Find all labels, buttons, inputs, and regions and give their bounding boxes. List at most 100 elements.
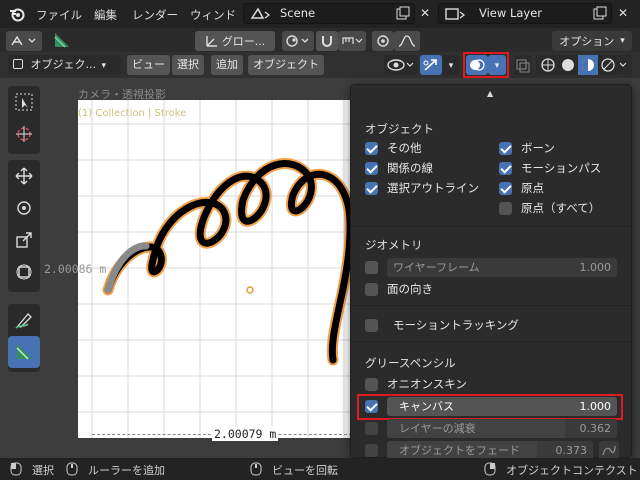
fade-objects-checkbox[interactable] <box>365 444 378 457</box>
xray-toggle[interactable] <box>514 55 532 75</box>
origins-label: 原点 <box>521 181 544 195</box>
object-mode-icon <box>13 59 23 69</box>
menu-file[interactable]: ファイル <box>36 7 82 23</box>
outline-selected-checkbox[interactable] <box>365 182 378 195</box>
proportional-edit-toggle[interactable] <box>372 31 394 51</box>
copy-scene-icon[interactable] <box>396 6 410 26</box>
layer-fade-value: 0.362 <box>579 422 612 435</box>
onion-skin-checkbox[interactable] <box>365 378 378 391</box>
select-menu[interactable]: 選択 <box>172 55 204 75</box>
scene-name: Scene <box>280 6 316 20</box>
rotate-tool[interactable] <box>8 192 40 224</box>
tool-settings-bar: グロー... オプション ▾ <box>0 28 640 52</box>
menu-window[interactable]: ウィンド <box>190 7 236 23</box>
snap-toggle[interactable] <box>316 31 338 51</box>
wireframe-slider[interactable]: ワイヤーフレーム 1.000 <box>387 258 617 277</box>
wireframe-checkbox[interactable] <box>365 261 378 274</box>
chevron-down-icon: ▾ <box>101 61 107 71</box>
grease-pencil-stroke[interactable] <box>78 100 356 438</box>
editor-type-button[interactable] <box>6 31 42 51</box>
origins-all-checkbox[interactable] <box>499 202 512 215</box>
menu-render[interactable]: レンダー <box>132 7 178 23</box>
top-menu-bar: ファイル 編集 レンダー ウィンド Scene ✕ View Layer ✕ <box>0 0 640 28</box>
viewport-header: オブジェク... ▾ ビュー 選択 追加 オブジェクト ▾ ▾ <box>0 52 640 78</box>
annotate-tool[interactable] <box>8 304 40 336</box>
motion-paths-label: モーションパス <box>521 161 602 175</box>
magnet-icon <box>322 36 332 47</box>
pivot-point-icon <box>286 35 309 47</box>
add-menu[interactable]: 追加 <box>211 55 243 75</box>
3d-cursor-icon <box>16 126 32 142</box>
origins-all-label: 原点（すべて） <box>521 201 601 215</box>
options-dropdown[interactable]: オプション ▾ <box>552 31 632 51</box>
scale-icon <box>16 232 32 248</box>
gizmo-dropdown[interactable]: ▾ <box>442 55 460 75</box>
mode-dropdown[interactable]: オブジェク... ▾ <box>8 55 121 75</box>
bones-label: ボーン <box>521 141 555 155</box>
outline-selected-label: 選択アウトライン <box>387 181 479 195</box>
bones-checkbox[interactable] <box>499 142 512 155</box>
close-scene-icon[interactable]: ✕ <box>420 6 430 20</box>
snap-increment-icon <box>342 37 363 44</box>
divider <box>351 305 631 306</box>
measure-tool[interactable] <box>8 336 40 368</box>
view-menu[interactable]: ビュー <box>127 55 170 75</box>
select-tools <box>8 86 40 154</box>
select-box-tool[interactable] <box>8 86 40 118</box>
object-visibility-button[interactable] <box>384 55 418 75</box>
view-layer-selector[interactable]: View Layer <box>438 3 612 24</box>
motion-tracking-checkbox[interactable] <box>365 319 378 332</box>
object-menu[interactable]: オブジェクト <box>248 55 324 75</box>
motion-paths-checkbox[interactable] <box>499 162 512 175</box>
relationship-lines-checkbox[interactable] <box>365 162 378 175</box>
cursor-tool[interactable] <box>8 118 40 150</box>
transform-orientation-dropdown[interactable]: グロー... <box>195 31 275 51</box>
transform-orientation-label: グロー... <box>221 35 266 48</box>
proportional-edit-icon <box>377 35 389 47</box>
gizmo-icon <box>423 59 437 71</box>
origins-checkbox[interactable] <box>499 182 512 195</box>
editor-type-icon <box>11 35 36 46</box>
face-orientation-checkbox[interactable] <box>365 283 378 296</box>
transform-tools <box>8 160 40 292</box>
view-layer-name: View Layer <box>479 6 543 20</box>
shading-mode-icons <box>541 55 627 75</box>
motion-tracking-label: モーショントラッキング <box>393 318 519 332</box>
overlays-highlight-box <box>463 52 509 78</box>
scene-selector[interactable]: Scene <box>243 3 415 24</box>
ruler-horizontal-label: 2.00079 m <box>212 427 279 441</box>
extras-label: その他 <box>387 141 422 155</box>
fade-layers-checkbox[interactable] <box>365 422 378 435</box>
blender-logo-icon[interactable] <box>8 5 26 26</box>
status-bar: 選択 ルーラーを追加 ビューを回転 オブジェクトコンテクスト <box>0 458 640 480</box>
geometry-section-title: ジオメトリ <box>365 238 423 252</box>
ruler-vertical-label: 2.00086 m <box>44 262 107 276</box>
measure-ruler-icon <box>16 344 32 360</box>
status-rotate-view: ビューを回転 <box>272 464 338 477</box>
chevron-down-icon: ▾ <box>448 61 454 71</box>
copy-view-layer-icon[interactable] <box>593 6 607 26</box>
extras-checkbox[interactable] <box>365 142 378 155</box>
falloff-button[interactable] <box>394 31 420 51</box>
status-add-ruler: ルーラーを追加 <box>88 464 165 477</box>
divider <box>351 226 631 227</box>
origin-point <box>246 286 254 294</box>
measure-tool-icon <box>52 31 72 52</box>
falloff-curve-icon <box>398 35 416 47</box>
gizmo-toggle[interactable] <box>420 55 442 75</box>
select-cursor-icon <box>15 93 33 111</box>
annotate-tools <box>8 304 40 372</box>
transform-tool[interactable] <box>8 256 40 288</box>
mouse-middle-icon <box>250 462 262 479</box>
snap-target-button[interactable] <box>338 31 366 51</box>
move-tool[interactable] <box>8 160 40 192</box>
face-orientation-label: 面の向き <box>387 282 433 296</box>
menu-edit[interactable]: 編集 <box>94 7 117 23</box>
mouse-right-icon <box>484 462 496 479</box>
layer-fade-slider[interactable]: レイヤーの減衰 0.362 <box>387 419 617 438</box>
scale-tool[interactable] <box>8 224 40 256</box>
move-icon <box>15 167 33 185</box>
close-view-layer-icon[interactable]: ✕ <box>618 6 628 20</box>
pivot-point-button[interactable] <box>282 31 314 51</box>
orientation-icon <box>206 36 217 47</box>
